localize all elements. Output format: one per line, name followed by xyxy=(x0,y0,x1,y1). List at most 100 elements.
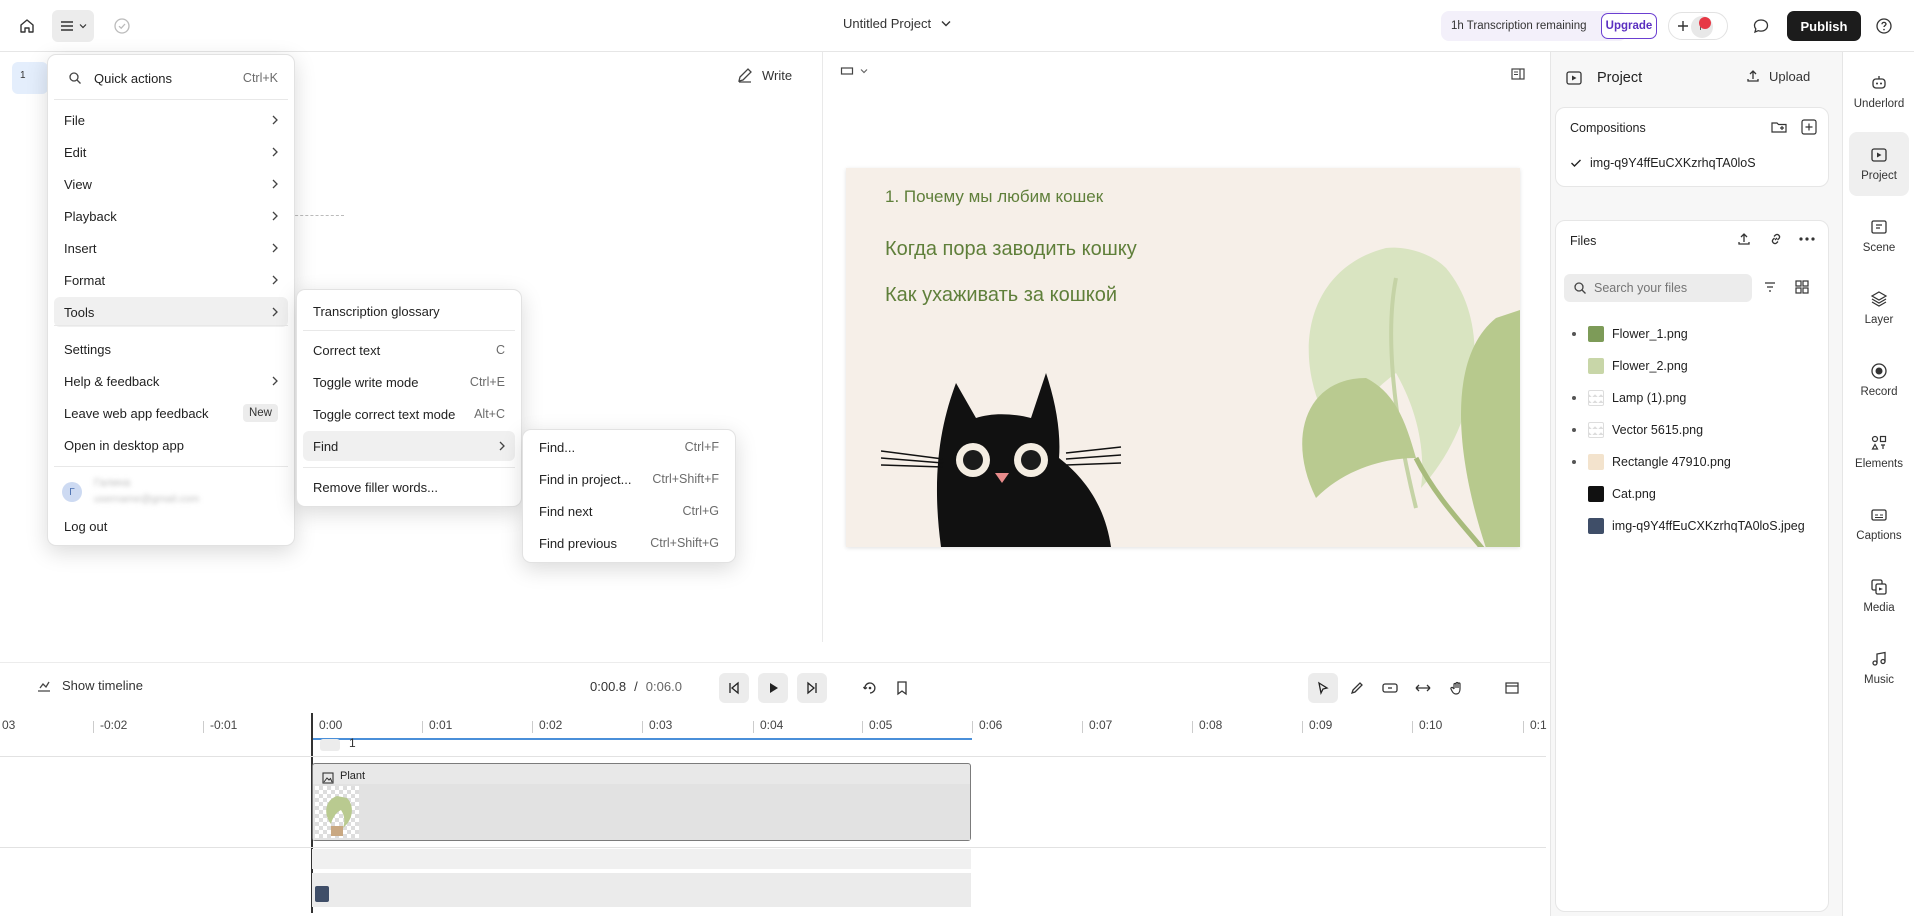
glossary-label: Transcription glossary xyxy=(313,303,440,319)
menu-item-edit[interactable]: Edit xyxy=(54,137,288,167)
menu-item-insert[interactable]: Insert xyxy=(54,233,288,263)
quick-actions-item[interactable]: Quick actions Ctrl+K xyxy=(54,61,288,95)
rail-item-label: Music xyxy=(1863,674,1895,686)
top-bar: Untitled Project 1h Transcription remain… xyxy=(0,0,1914,52)
project-icon xyxy=(1870,146,1888,164)
plant-clip[interactable]: Plant xyxy=(312,763,971,841)
find-item[interactable]: Find xyxy=(303,431,515,461)
layers-icon xyxy=(1870,290,1888,308)
rail-item-elements[interactable]: Elements xyxy=(1843,420,1914,484)
rail-item-music[interactable]: Music xyxy=(1843,636,1914,700)
file-row[interactable]: img-q9Y4ffEuCXKzrhqTA0loS.jpeg xyxy=(1556,510,1826,542)
rail-item-project[interactable]: Project xyxy=(1849,132,1909,196)
chevron-down-icon xyxy=(941,20,951,27)
file-row[interactable]: Flower_1.png xyxy=(1556,318,1826,350)
project-title-dropdown[interactable]: Untitled Project xyxy=(843,16,951,31)
canvas-line-2[interactable]: Как ухаживать за кошкой xyxy=(885,284,1117,307)
settings-item[interactable]: Settings xyxy=(54,334,288,364)
rail-item-captions[interactable]: Captions xyxy=(1843,492,1914,556)
rail-item-underlord[interactable]: Underlord xyxy=(1843,60,1914,124)
menu-item-view[interactable]: View xyxy=(54,169,288,199)
timeline-tick-label: 0:07 xyxy=(1089,718,1113,732)
find-item[interactable]: Find... Ctrl+F xyxy=(529,432,729,462)
upload-button[interactable]: Upload xyxy=(1745,68,1810,84)
rail-item-record[interactable]: Record xyxy=(1843,348,1914,412)
file-row[interactable]: Lamp (1).png xyxy=(1556,382,1826,414)
open-desktop-app-item[interactable]: Open in desktop app xyxy=(54,430,288,460)
toggle-panel-button[interactable] xyxy=(1510,66,1526,82)
canvas-line-1[interactable]: Когда пора заводить кошку xyxy=(885,238,1137,261)
comment-icon xyxy=(1752,17,1770,35)
find-next-shortcut: Ctrl+G xyxy=(682,504,719,518)
remove-filler-words-item[interactable]: Remove filler words... xyxy=(303,472,515,502)
menu-item-format[interactable]: Format xyxy=(54,265,288,295)
new-folder-icon[interactable] xyxy=(1770,119,1788,135)
file-thumbnail xyxy=(1588,422,1604,438)
logout-label: Log out xyxy=(64,518,108,534)
sync-status-button[interactable] xyxy=(106,10,138,42)
file-thumbnail xyxy=(1588,518,1604,534)
composition-name: img-q9Y4ffEuCXKzrhqTA0loS xyxy=(1590,156,1756,170)
scene-thumbnail[interactable]: 1 xyxy=(12,62,48,94)
help-button[interactable] xyxy=(1868,10,1900,42)
files-panel: Files Flower_1.pngFlower_2.pngLamp (1).p… xyxy=(1555,220,1829,912)
log-out-item[interactable]: Log out xyxy=(54,511,288,541)
rail-item-scene[interactable]: Scene xyxy=(1843,204,1914,268)
timeline-tick-mark xyxy=(422,721,423,733)
file-name: Rectangle 47910.png xyxy=(1612,455,1731,469)
transcription-glossary-item[interactable]: Transcription glossary xyxy=(303,296,515,326)
user-account[interactable]: Г Галина username@gmail.com xyxy=(54,473,290,511)
help-icon xyxy=(1875,17,1893,35)
find-previous-item[interactable]: Find previous Ctrl+Shift+G xyxy=(529,528,729,558)
collaborators-group[interactable]: Г xyxy=(1668,12,1728,40)
clip-body xyxy=(313,784,970,840)
aspect-ratio-dropdown[interactable] xyxy=(840,66,868,76)
correct-text-item[interactable]: Correct text C xyxy=(303,335,515,365)
file-row[interactable]: Cat.png xyxy=(1556,478,1826,510)
correct-text-shortcut: C xyxy=(495,343,505,357)
image-track[interactable] xyxy=(312,873,971,907)
add-composition-icon[interactable] xyxy=(1800,118,1818,136)
plant-image[interactable] xyxy=(1246,208,1520,547)
unused-indicator xyxy=(1572,332,1576,336)
main-menu-button[interactable] xyxy=(52,10,94,42)
write-mode-button[interactable]: Write xyxy=(736,66,792,84)
scene-canvas[interactable]: 1. Почему мы любим кошек Когда пора заво… xyxy=(846,168,1520,547)
publish-button[interactable]: Publish xyxy=(1787,11,1861,41)
empty-track xyxy=(312,849,971,869)
composition-row[interactable]: img-q9Y4ffEuCXKzrhqTA0loS xyxy=(1556,148,1828,180)
menu-item-playback[interactable]: Playback xyxy=(54,201,288,231)
toggle-write-mode-item[interactable]: Toggle write mode Ctrl+E xyxy=(303,367,515,397)
timeline-tick-mark xyxy=(1412,721,1413,733)
help-feedback-item[interactable]: Help & feedback xyxy=(54,366,288,396)
menu-item-file[interactable]: File xyxy=(54,105,288,135)
chevron-right-icon xyxy=(272,307,278,317)
transcription-remaining: 1h Transcription remaining xyxy=(1451,20,1587,32)
menu-item-tools[interactable]: Tools xyxy=(54,297,288,327)
file-row[interactable]: Rectangle 47910.png xyxy=(1556,446,1826,478)
find-next-item[interactable]: Find next Ctrl+G xyxy=(529,496,729,526)
sidebar-toggle-icon xyxy=(1510,66,1526,82)
timeline-tick-mark xyxy=(1082,721,1083,733)
rail-item-layer[interactable]: Layer xyxy=(1843,276,1914,340)
comments-button[interactable] xyxy=(1745,10,1777,42)
find-next-label: Find next xyxy=(539,503,593,519)
upgrade-button[interactable]: Upgrade xyxy=(1601,13,1657,39)
rail-item-media[interactable]: Media xyxy=(1843,564,1914,628)
timeline-tick-label: 0:09 xyxy=(1309,718,1333,732)
menu-item-label: Edit xyxy=(64,144,87,160)
toggle-correct-text-item[interactable]: Toggle correct text mode Alt+C xyxy=(303,399,515,429)
new-badge: New xyxy=(242,404,278,422)
web-app-feedback-item[interactable]: Leave web app feedback New xyxy=(54,398,288,428)
file-row[interactable]: Vector 5615.png xyxy=(1556,414,1826,446)
track-divider xyxy=(0,847,1546,848)
file-name: Vector 5615.png xyxy=(1612,423,1704,437)
home-button[interactable] xyxy=(11,10,43,42)
find-in-project-item[interactable]: Find in project... Ctrl+Shift+F xyxy=(529,464,729,494)
file-row[interactable]: Flower_2.png xyxy=(1556,350,1826,382)
canvas-heading[interactable]: 1. Почему мы любим кошек xyxy=(885,187,1103,207)
find-label: Find... xyxy=(539,439,576,455)
cat-image[interactable] xyxy=(881,363,1131,547)
file-thumbnail xyxy=(1588,486,1604,502)
timeline-ruler[interactable]: 03 -0:02 -0:01 0:00 0:01 0:02 0:03 0:04 0:05 0:06… xyxy=(0,663,1550,733)
